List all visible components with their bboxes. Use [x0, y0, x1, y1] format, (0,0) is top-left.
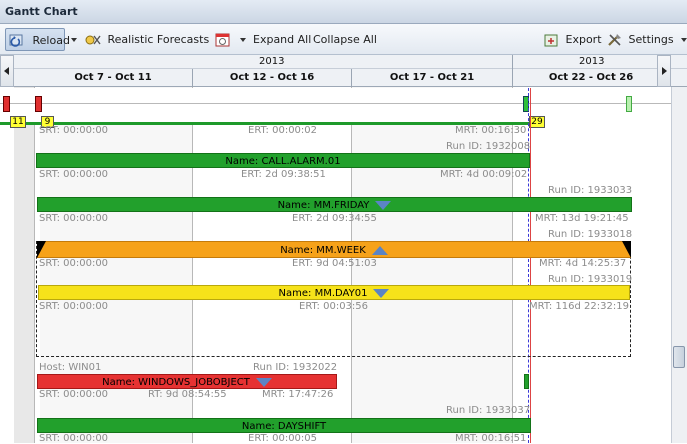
group-end-marker	[622, 241, 631, 258]
srt-label: SRT: 00:00:00	[39, 213, 109, 224]
week-label: Oct 22 - Oct 26	[548, 72, 634, 83]
window-titlebar: Gantt Chart	[0, 0, 687, 24]
scroll-left-button[interactable]	[0, 55, 14, 87]
gantt-bar-mm-friday[interactable]: Name: MM.FRIDAY	[37, 197, 632, 212]
gridline	[34, 87, 35, 443]
chevron-down-icon	[239, 38, 246, 42]
run-id-label: Run ID: 1933033	[548, 185, 633, 196]
count-badge: 11	[10, 116, 26, 128]
expand-toggle-icon[interactable]	[371, 245, 388, 255]
forecast-icon	[85, 35, 101, 45]
gantt-bar-mm-day01[interactable]: Name: MM.DAY01	[38, 285, 630, 300]
bar-label: Name: MM.WEEK	[280, 245, 366, 256]
mrt-label: MRT: 17:47:26	[262, 389, 334, 400]
srt-label: SRT: 00:00:00	[39, 301, 109, 312]
reload-label: Reload	[32, 34, 70, 47]
week-divider	[192, 69, 193, 87]
ert-label: ERT: 00:00:02	[248, 125, 318, 136]
toolbar: Reload Realistic Forecasts Expand All Co…	[0, 24, 687, 55]
weekend-shading	[14, 87, 34, 443]
bar-label: Name: MM.FRIDAY	[277, 200, 370, 211]
rt-label: RT: 9d 08:54:55	[148, 389, 227, 400]
expand-all-label: Expand All	[253, 33, 312, 46]
realistic-forecasts-label: Realistic Forecasts	[107, 33, 210, 46]
week-label: Oct 17 - Oct 21	[389, 72, 475, 83]
ert-label: ERT: 2d 09:34:55	[292, 213, 377, 224]
gantt-bar-windows-jobobject[interactable]: Name: WINDOWS_JOBOBJECT	[37, 374, 337, 389]
overview-strip	[0, 88, 671, 122]
ert-label: ERT: 00:00:05	[248, 433, 318, 444]
export-button[interactable]: Export	[543, 28, 602, 51]
milestone-marker[interactable]	[524, 374, 529, 389]
reload-button[interactable]: Reload	[5, 28, 70, 51]
arrow-left-icon	[4, 67, 9, 75]
reload-dropdown-button[interactable]	[67, 28, 79, 51]
mrt-label: MRT: 13d 19:21:45	[535, 213, 629, 224]
settings-button[interactable]: Settings	[606, 28, 687, 51]
chevron-down-icon	[681, 38, 687, 42]
ert-label: ERT: 9d 04:51:03	[292, 258, 377, 269]
bar-label: Name: MM.DAY01	[278, 288, 368, 299]
count-badge: 29	[529, 116, 545, 128]
bar-label: Name: CALL.ALARM.01	[225, 156, 341, 167]
week-label: Oct 12 - Oct 16	[229, 72, 315, 83]
mrt-label: MRT: 4d 00:09:02	[440, 169, 528, 180]
chevron-down-icon	[71, 38, 77, 42]
week-label: Oct 7 - Oct 11	[74, 72, 152, 83]
overview-marker[interactable]	[3, 96, 10, 112]
export-icon	[544, 34, 558, 47]
srt-label: SRT: 00:00:00	[39, 169, 109, 180]
mrt-label: MRT: 116d 22:32:19	[529, 301, 629, 312]
srt-label: SRT: 00:00:00	[39, 125, 109, 136]
mrt-label: MRT: 4d 14:25:37	[539, 258, 627, 269]
gantt-bar-dayshift[interactable]: Name: DAYSHIFT	[37, 418, 531, 433]
collapse-toggle-icon[interactable]	[255, 377, 272, 387]
overview-marker[interactable]	[35, 96, 42, 112]
settings-icon	[608, 34, 621, 46]
ert-label: ERT: 2d 09:38:51	[241, 169, 326, 180]
calendar-settings-button[interactable]	[214, 28, 246, 51]
expand-all-button[interactable]: Expand All	[253, 28, 311, 51]
year-label: 2013	[579, 56, 605, 67]
mrt-label: MRT: 00:16:51	[455, 433, 527, 444]
run-id-label: Run ID: 1932022	[253, 362, 338, 373]
bar-label: Name: DAYSHIFT	[241, 421, 327, 432]
window-title: Gantt Chart	[5, 5, 78, 18]
ert-label: ERT: 00:03:56	[299, 301, 369, 312]
run-id-label: Run ID: 1933019	[548, 274, 633, 285]
year-label: 2013	[259, 56, 285, 67]
week-divider	[351, 69, 352, 87]
collapse-all-button[interactable]: Collapse All	[313, 28, 377, 51]
realistic-forecasts-button[interactable]: Realistic Forecasts	[84, 28, 223, 51]
scrollbar-thumb[interactable]	[673, 346, 685, 368]
vertical-scrollbar[interactable]	[671, 87, 687, 443]
run-id-label: Run ID: 1933018	[548, 229, 633, 240]
collapse-all-label: Collapse All	[313, 33, 377, 46]
srt-label: SRT: 00:00:00	[39, 433, 109, 444]
run-id-label: Run ID: 1932008	[446, 141, 531, 152]
overview-axis	[0, 103, 671, 104]
srt-label: SRT: 00:00:00	[39, 258, 109, 269]
week-divider	[512, 69, 513, 87]
run-id-label: Run ID: 1933037	[446, 405, 531, 416]
collapse-toggle-icon[interactable]	[373, 288, 390, 298]
srt-label: SRT: 00:00:00	[39, 389, 109, 400]
export-label: Export	[565, 33, 602, 46]
calendar-icon	[215, 33, 230, 47]
mrt-label: MRT: 00:16:30	[455, 125, 527, 136]
settings-label: Settings	[628, 33, 674, 46]
collapse-toggle-icon[interactable]	[375, 200, 392, 210]
year-divider	[512, 55, 513, 69]
reload-icon	[9, 34, 23, 47]
overview-marker[interactable]	[626, 96, 632, 112]
gantt-bar-call-alarm[interactable]: Name: CALL.ALARM.01	[36, 153, 530, 168]
host-label: Host: WIN01	[39, 362, 102, 373]
gantt-bar-mm-week[interactable]: Name: MM.WEEK	[37, 241, 631, 258]
group-start-marker	[37, 241, 46, 258]
bar-label: Name: WINDOWS_JOBOBJECT	[102, 377, 250, 388]
